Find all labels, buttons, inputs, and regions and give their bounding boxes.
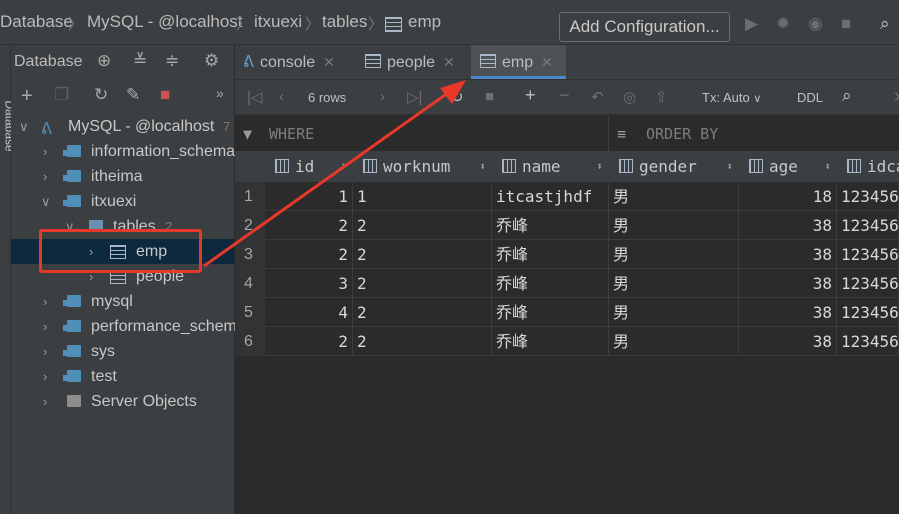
arrow-head bbox=[440, 80, 466, 104]
arrow-line bbox=[203, 88, 453, 268]
annotation-arrow bbox=[203, 80, 466, 268]
